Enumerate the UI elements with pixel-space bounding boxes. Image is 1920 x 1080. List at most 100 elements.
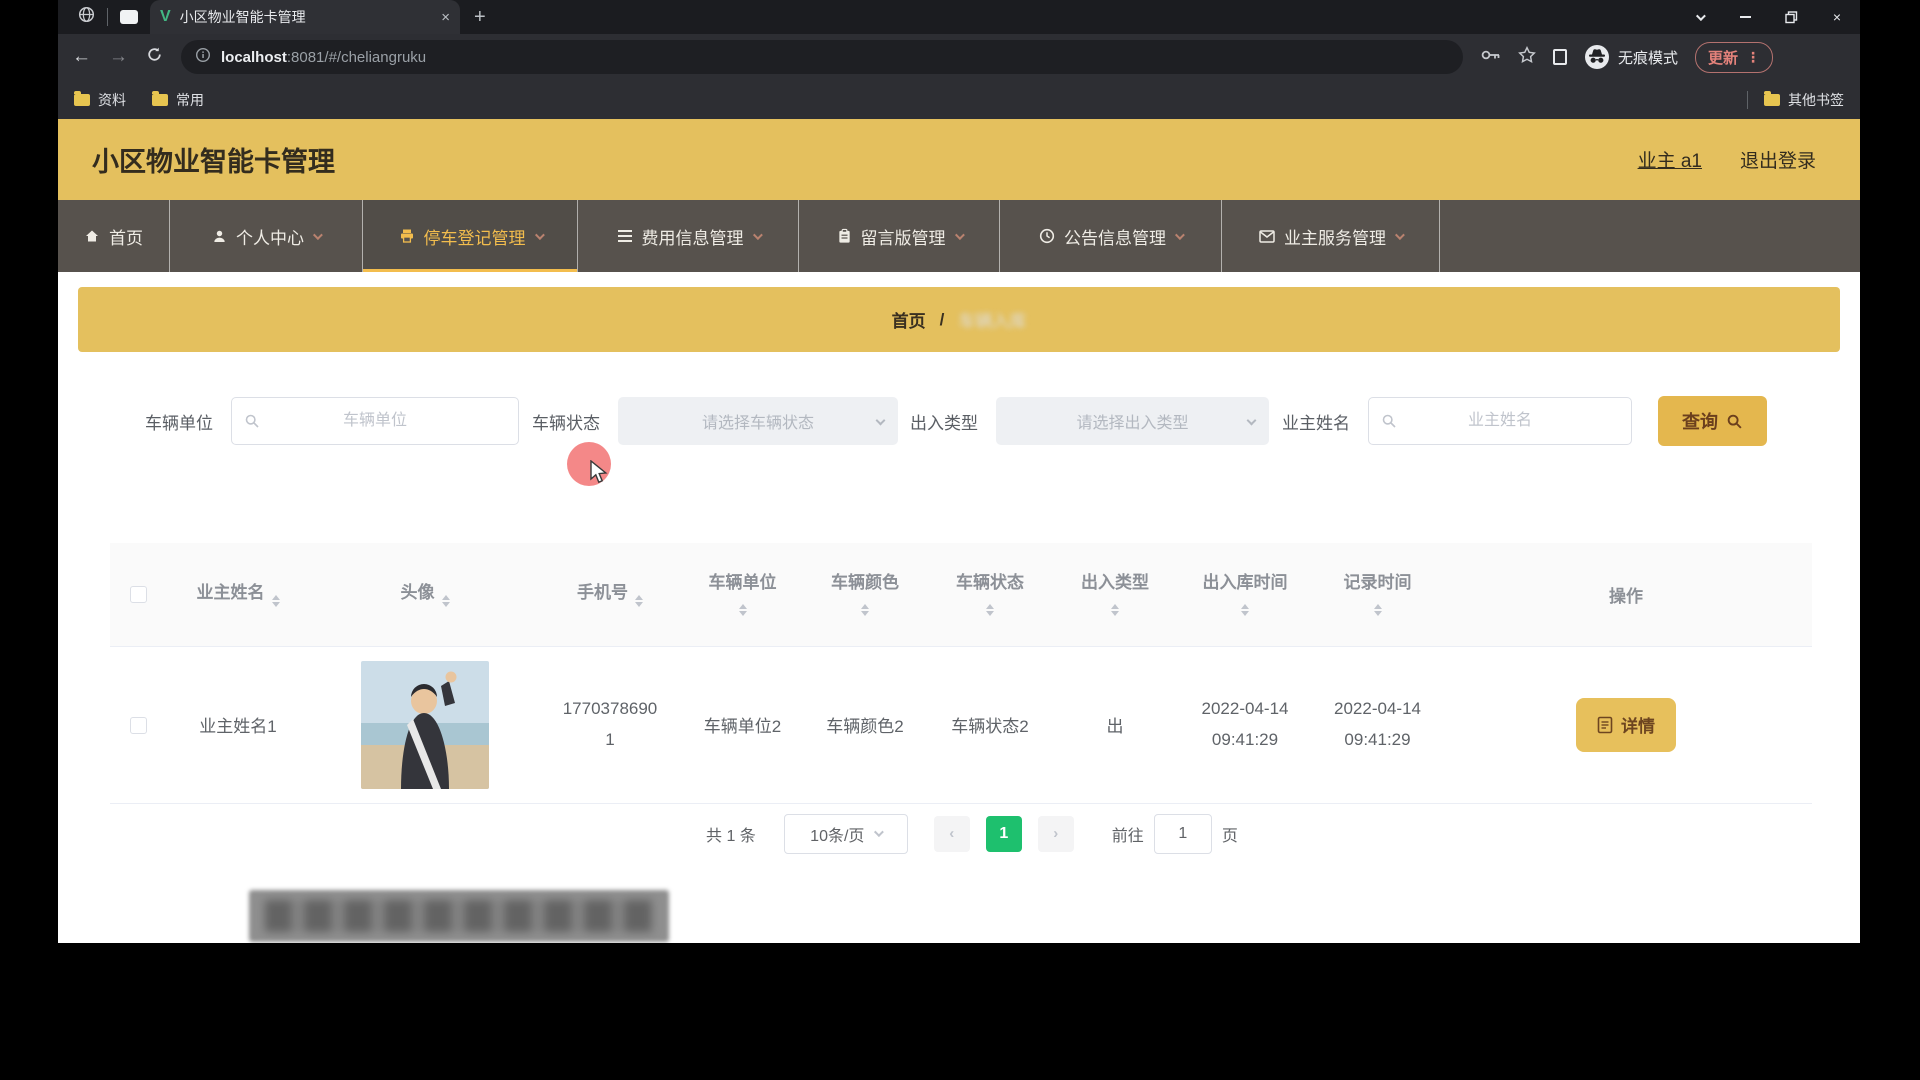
sort-icons[interactable] [442, 591, 450, 611]
mail-icon [1259, 230, 1275, 243]
page-size-select[interactable]: 10条/页 [784, 814, 908, 854]
document-icon [1597, 716, 1613, 734]
new-tab-button[interactable]: + [474, 6, 486, 29]
goto-label: 前往 [1112, 822, 1144, 846]
col-record-time[interactable]: 记录时间 [1315, 543, 1440, 646]
menu-dots-icon[interactable]: ⋮ [1746, 49, 1760, 66]
browser-toolbar: ← → localhost:8081/#/cheliangruku 无痕模式 [58, 34, 1860, 80]
main-nav: 首页 个人中心 停车登记管理 费用信息管理 留言版管理 [58, 200, 1860, 272]
search-icon [1726, 413, 1743, 430]
home-icon [84, 228, 100, 244]
sort-icons[interactable] [635, 591, 643, 611]
row-checkbox[interactable] [130, 717, 147, 734]
nav-label: 公告信息管理 [1064, 224, 1166, 249]
owner-name-label: 业主姓名 [1282, 409, 1350, 434]
cell-owner-name: 业主姓名1 [166, 646, 310, 803]
clipboard-icon [837, 228, 852, 244]
breadcrumb-current-blurred: 车辆入库 [958, 307, 1026, 332]
col-inout-time[interactable]: 出入库时间 [1175, 543, 1315, 646]
reload-button[interactable] [146, 46, 163, 69]
table-header-row: 业主姓名 头像 手机号 车辆单位 车辆颜色 车辆状态 出入类型 出入库时间 记录… [110, 543, 1812, 646]
list-icon [617, 229, 633, 243]
records-table: 业主姓名 头像 手机号 车辆单位 车辆颜色 车辆状态 出入类型 出入库时间 记录… [110, 543, 1812, 804]
nav-item-announcement-management[interactable]: 公告信息管理 [1000, 200, 1222, 272]
sort-icons[interactable] [1111, 600, 1119, 620]
cell-inout-time: 2022-04-1409:41:29 [1175, 646, 1315, 803]
sort-icons[interactable] [986, 600, 994, 620]
bookmark-folder-changyong[interactable]: 常用 [152, 90, 204, 110]
side-panel-icon[interactable] [1553, 49, 1567, 65]
update-button[interactable]: 更新 ⋮ [1695, 42, 1773, 73]
vehicle-unit-input[interactable] [232, 398, 518, 444]
nav-label: 费用信息管理 [642, 224, 744, 249]
back-button[interactable]: ← [72, 46, 91, 68]
bookmark-folder-ziliao[interactable]: 资料 [74, 90, 126, 110]
col-vehicle-unit[interactable]: 车辆单位 [680, 543, 805, 646]
cell-record-time: 2022-04-1409:41:29 [1315, 646, 1440, 803]
tab-search-chevron-icon[interactable] [1676, 0, 1722, 34]
col-owner-name[interactable]: 业主姓名 [166, 543, 310, 646]
query-button-label: 查询 [1682, 408, 1718, 434]
chevron-down-icon [954, 230, 964, 240]
nav-item-personal-center[interactable]: 个人中心 [170, 200, 363, 272]
active-tab[interactable]: V 小区物业智能卡管理 × [150, 0, 460, 34]
breadcrumb-home[interactable]: 首页 [892, 307, 926, 332]
nav-label: 停车登记管理 [424, 224, 526, 249]
logout-link[interactable]: 退出登录 [1740, 146, 1816, 173]
window-restore-button[interactable] [1768, 0, 1814, 34]
nav-item-fee-management[interactable]: 费用信息管理 [578, 200, 799, 272]
sort-icons[interactable] [272, 591, 280, 611]
bookmark-label: 常用 [176, 90, 204, 110]
owner-name-field[interactable] [1368, 397, 1632, 445]
cell-inout-type: 出 [1055, 646, 1175, 803]
nav-label: 个人中心 [236, 224, 304, 249]
address-bar[interactable]: localhost:8081/#/cheliangruku [181, 40, 1463, 74]
window-minimize-button[interactable] [1722, 0, 1768, 34]
incognito-badge: 无痕模式 [1584, 44, 1678, 70]
inout-type-select[interactable]: 请选择出入类型 [996, 397, 1269, 445]
avatar [361, 661, 489, 789]
sort-icons[interactable] [861, 600, 869, 620]
other-bookmarks-label: 其他书签 [1788, 90, 1844, 110]
prev-page-button[interactable]: ‹ [934, 816, 970, 852]
vehicle-status-select[interactable]: 请选择车辆状态 [618, 397, 898, 445]
inout-type-label: 出入类型 [910, 409, 978, 434]
user-icon [212, 229, 227, 244]
owner-name-input[interactable] [1369, 398, 1631, 444]
current-page-button[interactable]: 1 [986, 816, 1022, 852]
vehicle-unit-field[interactable] [231, 397, 519, 445]
nav-item-home[interactable]: 首页 [58, 200, 170, 272]
browser-tab-bar: V 小区物业智能卡管理 × + × [58, 0, 1860, 34]
vue-favicon-icon: V [160, 9, 171, 25]
col-inout-type[interactable]: 出入类型 [1055, 543, 1175, 646]
nav-item-owner-service-management[interactable]: 业主服务管理 [1222, 200, 1440, 272]
sort-icons[interactable] [1241, 600, 1249, 620]
password-key-icon[interactable] [1481, 48, 1501, 67]
info-icon[interactable] [195, 47, 211, 67]
col-phone[interactable]: 手机号 [540, 543, 680, 646]
tab-close-icon[interactable]: × [441, 9, 450, 26]
globe-icon[interactable] [78, 6, 95, 28]
page-size-value: 10条/页 [810, 822, 864, 846]
window-close-button[interactable]: × [1814, 0, 1860, 34]
pinned-tab[interactable] [120, 10, 138, 24]
next-page-button[interactable]: › [1038, 816, 1074, 852]
forward-button[interactable]: → [109, 46, 128, 68]
nav-item-message-board[interactable]: 留言版管理 [799, 200, 1000, 272]
other-bookmarks[interactable]: 其他书签 [1764, 90, 1844, 110]
goto-page-input[interactable] [1154, 814, 1212, 854]
bookmark-star-icon[interactable] [1518, 46, 1536, 69]
col-vehicle-status[interactable]: 车辆状态 [925, 543, 1055, 646]
col-avatar[interactable]: 头像 [310, 543, 540, 646]
sort-icons[interactable] [1374, 600, 1382, 620]
current-user-link[interactable]: 业主 a1 [1638, 146, 1702, 173]
incognito-label: 无痕模式 [1618, 47, 1678, 68]
query-button[interactable]: 查询 [1658, 396, 1767, 446]
nav-item-parking-management[interactable]: 停车登记管理 [363, 200, 578, 272]
detail-button[interactable]: 详情 [1576, 698, 1676, 752]
url-host: localhost [221, 49, 287, 66]
col-vehicle-color[interactable]: 车辆颜色 [805, 543, 925, 646]
sort-icons[interactable] [739, 600, 747, 620]
folder-icon [1764, 94, 1780, 106]
select-all-checkbox[interactable] [130, 586, 147, 603]
